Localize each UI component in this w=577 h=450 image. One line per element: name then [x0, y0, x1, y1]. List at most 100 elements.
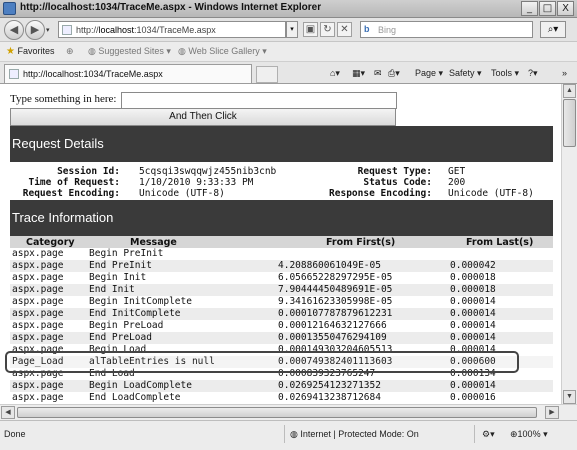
- table-row: aspx.page Begin PreLoad 0.0001216463212766…: [10, 320, 553, 332]
- ie-logo-icon: [3, 2, 16, 15]
- scroll-right-icon[interactable]: ▶: [545, 406, 559, 419]
- trace-from-last: 0.000014: [450, 320, 496, 331]
- trace-information-heading: Trace Information: [10, 200, 553, 236]
- table-row: aspx.page Begin PreInit: [10, 248, 553, 260]
- back-arrow-icon[interactable]: ◀: [4, 20, 24, 40]
- feeds-icon[interactable]: ▦▾: [352, 68, 365, 79]
- bing-icon: b: [364, 24, 370, 34]
- scroll-down-icon[interactable]: ▼: [563, 390, 576, 404]
- vertical-scrollbar[interactable]: ▲ ▼: [561, 84, 577, 404]
- submit-button[interactable]: And Then Click: [10, 108, 396, 126]
- trace-rows: aspx.page Begin PreInit aspx.page End PreIn…: [10, 248, 553, 404]
- more-commands-icon[interactable]: »: [562, 68, 567, 78]
- horizontal-scroll-thumb[interactable]: [17, 407, 537, 418]
- trace-from-last: 0.000018: [450, 272, 496, 283]
- session-id-label: Session Id:: [57, 166, 120, 177]
- star-icon: ★: [6, 46, 15, 57]
- web-slice-icon: ◍: [178, 46, 186, 56]
- trace-from-first: 0.000107787879612231: [278, 308, 393, 319]
- trace-from-first: 0.0269254123271352: [278, 380, 381, 391]
- protected-mode-icon[interactable]: ⚙▾: [482, 429, 495, 440]
- vertical-scroll-thumb[interactable]: [563, 99, 576, 147]
- mail-icon[interactable]: ✉: [374, 68, 382, 79]
- search-input[interactable]: b Bing: [360, 21, 533, 38]
- trace-from-last: 0.000042: [450, 260, 496, 271]
- trace-from-first: 0.00012164632127666: [278, 320, 387, 331]
- trace-from-first: 4.208860061049E-05: [278, 260, 381, 271]
- column-header-from-last: From Last(s): [466, 237, 534, 248]
- trace-message: Begin InitComplete: [89, 296, 192, 307]
- table-row: aspx.page End PreInit 4.208860061049E-05 0.…: [10, 260, 553, 272]
- horizontal-scrollbar[interactable]: ◀ ▶: [0, 404, 577, 420]
- column-header-from-first: From First(s): [326, 237, 396, 248]
- suggested-sites-link[interactable]: ◍ Suggested Sites ▾: [88, 46, 171, 57]
- table-row: aspx.page End PreLoad 0.000135504762941​09…: [10, 332, 553, 344]
- print-icon[interactable]: ⎙▾: [388, 68, 400, 79]
- add-favorite-icon[interactable]: ⊕: [66, 46, 74, 57]
- search-icon[interactable]: ⌕▾: [540, 21, 566, 38]
- trace-from-last: 0.000014: [450, 332, 496, 343]
- response-encoding-label: Response Encoding:: [329, 188, 432, 199]
- column-header-message: Message: [130, 237, 177, 248]
- trace-from-last: 0.000014: [450, 380, 496, 391]
- tab-traceme[interactable]: http://localhost:1034/TraceMe.aspx: [4, 64, 252, 83]
- globe-icon: ◍: [290, 429, 298, 439]
- help-icon[interactable]: ?▾: [528, 68, 538, 79]
- trace-from-first: 6.05665228297295E-05: [278, 272, 393, 283]
- favorites-button[interactable]: ★ Favorites: [6, 46, 55, 57]
- table-row: aspx.page Begin LoadComplete 0.02692541232…: [10, 380, 553, 392]
- trace-message: Begin Init: [89, 272, 147, 283]
- request-encoding-value: Unicode (UTF-8): [139, 188, 225, 199]
- request-details-heading: Request Details: [10, 126, 553, 162]
- security-zone[interactable]: ◍ Internet | Protected Mode: On: [290, 429, 419, 440]
- stop-icon[interactable]: ✕: [337, 22, 352, 37]
- address-url: http://localhost:1034/TraceMe.aspx: [76, 25, 216, 35]
- page-menu[interactable]: Page ▾: [415, 68, 443, 79]
- zoom-control[interactable]: ⊕100% ▾: [510, 429, 548, 440]
- home-icon[interactable]: ⌂▾: [330, 68, 340, 79]
- trace-message: End PreInit: [89, 260, 152, 271]
- trace-category: aspx.page: [12, 308, 64, 319]
- compatibility-view-icon[interactable]: ▣: [303, 22, 318, 37]
- text-input[interactable]: [121, 92, 397, 109]
- maximize-button[interactable]: □: [539, 1, 556, 16]
- safety-menu[interactable]: Safety ▾: [449, 68, 482, 79]
- window-title: http://localhost:1034/TraceMe.aspx - Win…: [20, 2, 322, 13]
- web-slice-gallery-link[interactable]: ◍ Web Slice Gallery ▾: [178, 46, 267, 57]
- trace-message: Begin PreInit: [89, 248, 164, 259]
- trace-from-first: 9.34161623305998E-05: [278, 296, 393, 307]
- trace-category: aspx.page: [12, 248, 64, 259]
- scroll-left-icon[interactable]: ◀: [1, 406, 15, 419]
- time-of-request-value: 1/10/2010 9:33:33 PM: [139, 177, 254, 188]
- trace-from-first: 7.90444450489691E-05: [278, 284, 393, 295]
- address-input[interactable]: http://localhost:1034/TraceMe.aspx: [58, 21, 286, 38]
- forward-arrow-icon[interactable]: ▶: [25, 20, 45, 40]
- tools-menu[interactable]: Tools ▾: [491, 68, 519, 79]
- trace-table: Category Message From First(s) From Last…: [10, 236, 553, 404]
- address-dropdown-icon[interactable]: ▾: [286, 21, 298, 38]
- tab-favicon-icon: [9, 69, 19, 79]
- table-row: aspx.page Begin InitComplete 9.34161623305…: [10, 296, 553, 308]
- close-button[interactable]: X: [557, 1, 574, 16]
- page-viewport: Type something in here: And Then Click R…: [0, 84, 561, 404]
- trace-from-last: 0.000014: [450, 308, 496, 319]
- highlight-callout: [5, 351, 519, 373]
- details-row: Request Encoding: Unicode (UTF-8) Respon…: [10, 188, 553, 199]
- trace-from-last: 0.000016: [450, 392, 496, 403]
- trace-from-first: 0.0269413238712684: [278, 392, 381, 403]
- tab-bar: http://localhost:1034/TraceMe.aspx ⌂▾ ▦▾…: [0, 62, 577, 84]
- request-type-value: GET: [448, 166, 466, 177]
- history-dropdown-icon[interactable]: ▾: [46, 26, 50, 34]
- status-code-label: Status Code:: [363, 177, 432, 188]
- trace-category: aspx.page: [12, 380, 64, 391]
- new-tab-button[interactable]: [256, 66, 278, 83]
- table-row: aspx.page End Init 7.90444450489691E-05 0.0…: [10, 284, 553, 296]
- table-row: aspx.page Begin Init 6.05665228297295E-05 0…: [10, 272, 553, 284]
- window-controls: _ □ X: [521, 1, 574, 16]
- scroll-up-icon[interactable]: ▲: [563, 84, 576, 98]
- trace-message: End LoadComplete: [89, 392, 181, 403]
- minimize-button[interactable]: _: [521, 1, 538, 16]
- trace-from-first: 0.000135504762941​09: [278, 332, 387, 343]
- refresh-icon[interactable]: ↻: [320, 22, 335, 37]
- trace-category: aspx.page: [12, 260, 64, 271]
